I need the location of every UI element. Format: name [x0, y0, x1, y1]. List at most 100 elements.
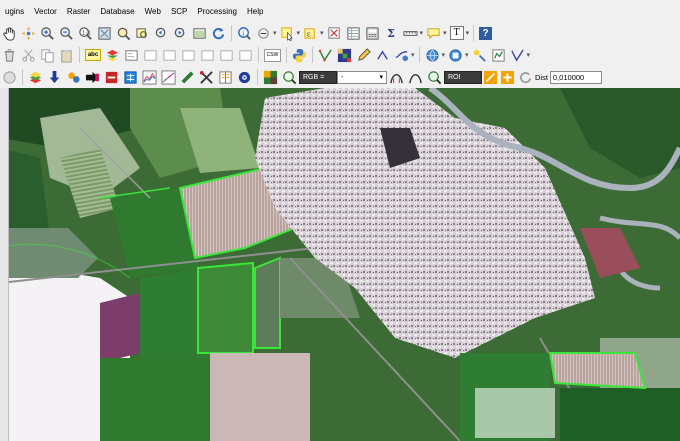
refresh-icon[interactable]	[211, 26, 226, 41]
identify-icon[interactable]: i	[237, 26, 252, 41]
menu-plugins[interactable]: ugins	[0, 7, 29, 16]
delete-selected-icon[interactable]	[2, 48, 17, 63]
scp-settings-gear-icon[interactable]	[237, 70, 252, 85]
chevron-down-icon[interactable]: ▾	[420, 29, 424, 37]
menu-processing[interactable]: Processing	[192, 7, 242, 16]
move-label-icon[interactable]	[124, 48, 139, 63]
postprocessing-icon[interactable]	[104, 70, 119, 85]
roi-label: ROI	[448, 73, 461, 81]
zoom-roi-icon[interactable]	[427, 70, 442, 85]
vector-split-icon[interactable]	[394, 48, 409, 63]
zoom-input-image-icon[interactable]	[282, 70, 297, 85]
user-manual-icon[interactable]	[218, 70, 233, 85]
python-console-icon[interactable]	[292, 48, 307, 63]
highlight-pinned-icon[interactable]	[219, 48, 234, 63]
pin-labels-icon[interactable]	[143, 48, 158, 63]
measure-line-icon[interactable]	[403, 26, 418, 41]
copy-features-icon[interactable]	[40, 48, 55, 63]
field-calculator-icon[interactable]	[365, 26, 380, 41]
chevron-down-icon[interactable]: ▾	[273, 29, 277, 37]
label-tool-icon[interactable]	[238, 48, 253, 63]
band-set-layers-icon[interactable]	[28, 70, 43, 85]
map-tips-icon[interactable]	[426, 26, 441, 41]
help-icon[interactable]: ?	[479, 26, 493, 40]
roi-selector[interactable]: ROI	[444, 70, 482, 84]
new-map-view-icon[interactable]	[192, 26, 207, 41]
redo-roi-icon[interactable]	[518, 70, 533, 85]
zoom-full-icon[interactable]	[97, 26, 112, 41]
raster-grid-icon[interactable]	[337, 48, 352, 63]
chevron-down-icon[interactable]: ▾	[465, 51, 469, 59]
zoom-in-icon[interactable]	[40, 26, 55, 41]
layer-labeling-icon[interactable]	[105, 48, 120, 63]
add-wms-layer-icon[interactable]	[425, 48, 440, 63]
zoom-next-icon[interactable]	[173, 26, 188, 41]
menu-raster[interactable]: Raster	[62, 7, 96, 16]
batch-icon[interactable]	[180, 70, 195, 85]
band-combination-value: -	[341, 73, 344, 81]
chevron-down-icon[interactable]: ▾	[411, 51, 415, 59]
rgb-selector[interactable]: RGB =	[299, 70, 337, 84]
menu-scp[interactable]: SCP	[166, 7, 192, 16]
zoom-out-icon[interactable]	[59, 26, 74, 41]
menu-web[interactable]: Web	[140, 7, 166, 16]
pan-to-selection-icon[interactable]	[21, 26, 36, 41]
text-annotation-icon[interactable]: T	[449, 26, 464, 40]
zoom-layer-icon[interactable]	[116, 26, 131, 41]
measure-icon[interactable]	[256, 26, 271, 41]
map-canvas[interactable]	[0, 88, 680, 441]
georeference-icon[interactable]	[472, 48, 487, 63]
download-arrow-icon[interactable]	[47, 70, 62, 85]
chevron-down-icon[interactable]: ▾	[320, 29, 324, 37]
edit-vector-icon[interactable]	[491, 48, 506, 63]
rotate-label-icon[interactable]	[181, 48, 196, 63]
tools-icon[interactable]	[199, 70, 214, 85]
chevron-down-icon[interactable]: ▾	[527, 51, 531, 59]
preprocessing-icon[interactable]	[66, 70, 81, 85]
attribute-table-icon[interactable]	[346, 26, 361, 41]
local-stretch-icon[interactable]	[389, 70, 404, 85]
statistics-sigma-icon[interactable]: Σ	[384, 26, 399, 41]
menu-database[interactable]: Database	[95, 7, 139, 16]
scp-plugin-icon[interactable]	[2, 70, 17, 85]
cut-features-icon[interactable]	[21, 48, 36, 63]
toolbar-separator	[79, 47, 80, 63]
paste-features-icon[interactable]	[59, 48, 74, 63]
chevron-down-icon[interactable]: ▾	[466, 29, 470, 37]
zoom-native-icon[interactable]: 1:1	[78, 26, 93, 41]
add-csw-layer-icon[interactable]: CSW	[264, 48, 281, 62]
chevron-down-icon[interactable]: ▾	[442, 51, 446, 59]
vector-digitize-icon[interactable]	[318, 48, 333, 63]
deselect-icon[interactable]	[327, 26, 342, 41]
spectral-plot-icon[interactable]	[142, 69, 157, 85]
dist-input[interactable]: 0,010000	[549, 70, 602, 84]
chevron-down-icon[interactable]: ▾	[443, 29, 447, 37]
band-calc-icon[interactable]	[123, 70, 138, 85]
vector-tools-icon[interactable]	[510, 48, 525, 63]
menu-help[interactable]: Help	[242, 7, 268, 16]
chevron-down-icon[interactable]: ▾	[297, 29, 301, 37]
label-abc-icon[interactable]: abc	[85, 49, 101, 61]
rgb-composite-icon[interactable]	[263, 70, 278, 85]
create-roi-icon[interactable]	[484, 70, 497, 84]
zoom-last-icon[interactable]	[154, 26, 169, 41]
zoom-selection-icon[interactable]	[135, 26, 150, 41]
chevron-down-icon: ▾	[379, 74, 383, 81]
toolbar-separator	[22, 69, 23, 85]
scp-toolbar: RGB = - ▾ ROI Dist 0,010000	[0, 66, 680, 89]
show-labels-icon[interactable]	[162, 48, 177, 63]
band-combination-dropdown[interactable]: - ▾	[337, 70, 387, 84]
menu-vector[interactable]: Vector	[29, 7, 62, 16]
select-features-icon[interactable]	[280, 26, 295, 41]
toolbar-separator	[286, 47, 287, 63]
add-wfs-layer-icon[interactable]	[448, 48, 463, 63]
pan-hand-icon[interactable]	[2, 26, 17, 41]
select-by-expression-icon[interactable]: ε	[303, 26, 318, 41]
change-label-icon[interactable]	[200, 48, 215, 63]
stddev-stretch-icon[interactable]	[408, 70, 423, 85]
edit-pencil-icon[interactable]	[356, 47, 371, 63]
scatter-plot-icon[interactable]	[161, 69, 176, 85]
node-tool-icon[interactable]	[375, 48, 390, 63]
add-roi-plus-icon[interactable]	[501, 70, 514, 84]
band-processing-icon[interactable]	[85, 70, 100, 85]
